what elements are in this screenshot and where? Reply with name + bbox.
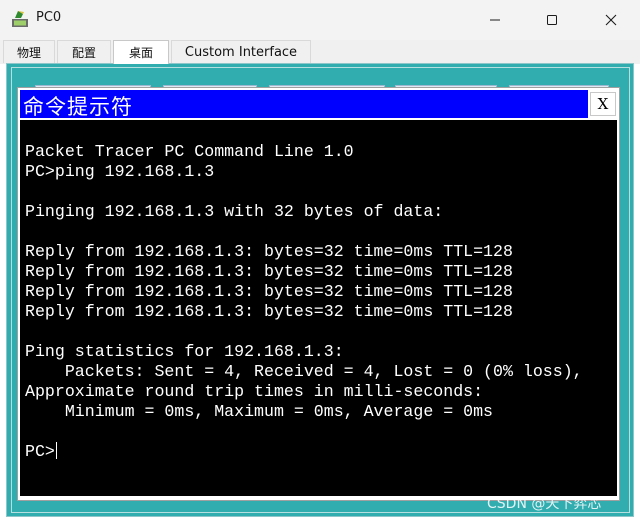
command-prompt-title: 命令提示符 <box>23 95 133 119</box>
minimize-button[interactable] <box>466 0 524 40</box>
tab-config[interactable]: 配置 <box>57 40 111 63</box>
tab-custom-interface[interactable]: Custom Interface <box>171 40 311 63</box>
tab-desktop[interactable]: 桌面 <box>113 40 169 64</box>
terminal-line: Packets: Sent = 4, Received = 4, Lost = … <box>25 362 583 381</box>
maximize-icon <box>546 11 558 30</box>
command-prompt-close-button[interactable]: X <box>590 92 616 116</box>
minimize-icon <box>489 11 501 30</box>
terminal-prompt: PC> <box>25 442 55 461</box>
text-cursor <box>55 442 57 459</box>
terminal-prompt-line[interactable]: PC> <box>25 442 617 462</box>
command-prompt-titlebar: 命令提示符 <box>20 90 588 119</box>
terminal-line: Approximate round trip times in milli-se… <box>25 382 484 401</box>
terminal-line: Minimum = 0ms, Maximum = 0ms, Average = … <box>25 402 494 421</box>
close-icon <box>605 11 617 30</box>
maximize-button[interactable] <box>523 0 581 40</box>
terminal-line: Ping statistics for 192.168.1.3: <box>25 342 344 361</box>
close-button[interactable] <box>582 0 640 40</box>
tab-bar: 物理 配置 桌面 Custom Interface <box>0 40 640 64</box>
terminal-line: PC>ping 192.168.1.3 <box>25 162 215 181</box>
terminal-line: Reply from 192.168.1.3: bytes=32 time=0m… <box>25 282 513 301</box>
watermark: CSDN @天下弈芯 <box>487 496 602 512</box>
packet-tracer-pc-icon <box>11 10 29 28</box>
terminal-line: Packet Tracer PC Command Line 1.0 <box>25 142 354 161</box>
terminal-line: Reply from 192.168.1.3: bytes=32 time=0m… <box>25 242 513 261</box>
terminal-line: Pinging 192.168.1.3 with 32 bytes of dat… <box>25 202 444 221</box>
window-titlebar: PC0 <box>0 0 640 40</box>
command-prompt-window: 命令提示符 X Packet Tracer PC Command Line 1.… <box>17 87 620 501</box>
window-title: PC0 <box>36 10 62 25</box>
terminal-output[interactable]: Packet Tracer PC Command Line 1.0 PC>ping… <box>20 120 617 496</box>
terminal-line: Reply from 192.168.1.3: bytes=32 time=0m… <box>25 262 513 281</box>
terminal-line: Reply from 192.168.1.3: bytes=32 time=0m… <box>25 302 513 321</box>
terminal-lines: Packet Tracer PC Command Line 1.0 PC>ping… <box>25 142 617 442</box>
tab-physical[interactable]: 物理 <box>3 40 55 63</box>
